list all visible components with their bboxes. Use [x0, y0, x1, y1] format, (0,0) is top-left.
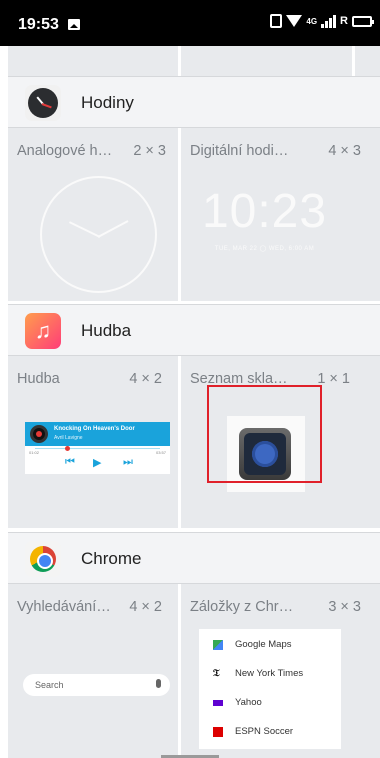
clock-app-icon	[25, 85, 61, 121]
widget-chrome-bookmarks[interactable]: Záložky z Chr… 3 × 3 Google Maps 𝔗 New Y…	[181, 584, 380, 758]
bookmark-label: Google Maps	[235, 639, 292, 650]
status-icons: 4G R	[270, 14, 374, 28]
wifi-icon	[286, 15, 303, 27]
app-header-chrome: Chrome	[8, 532, 380, 584]
status-bar: 19:53 4G R	[0, 0, 380, 46]
nyt-icon: 𝔗	[213, 668, 220, 679]
mic-icon	[156, 679, 161, 688]
image-icon	[68, 19, 80, 30]
widget-label: Záložky z Chr…	[190, 599, 294, 615]
widget-music-player[interactable]: Hudba 4 × 2 Knocking On Heaven's Door Av…	[8, 356, 178, 528]
bookmark-item: 𝔗 New York Times	[199, 660, 341, 688]
widget-size: 2 × 3	[133, 143, 166, 159]
next-icon: ⏭	[123, 456, 133, 468]
progress-bar	[35, 446, 160, 451]
espn-icon	[213, 727, 223, 737]
yahoo-icon	[213, 700, 223, 706]
search-widget-preview: Search	[23, 674, 170, 696]
widget-size: 4 × 3	[328, 143, 361, 159]
digital-clock-date: TUE, MAR 22 ◯ WED, 6:00 AM	[214, 246, 315, 252]
bookmark-item: ESPN Soccer	[199, 718, 341, 746]
album-disc-icon	[30, 425, 48, 443]
widget-size: 3 × 3	[328, 599, 361, 615]
app-header-music: ♫ Hudba	[8, 304, 380, 356]
song-artist: Avril Lavigne	[54, 435, 83, 441]
time-start: 01:02	[29, 450, 40, 455]
network-type: 4G	[306, 16, 318, 26]
widget-size: 1 × 1	[317, 371, 350, 387]
previous-widget-pane-right	[181, 46, 352, 76]
widget-label: Hudba	[17, 371, 60, 387]
app-name-music: Hudba	[81, 321, 132, 340]
widget-label: Vyhledávání…	[17, 599, 111, 615]
music-app-icon: ♫	[25, 313, 61, 349]
google-maps-icon	[213, 640, 223, 650]
widget-size: 4 × 2	[129, 599, 162, 615]
bookmark-item: Google Maps	[199, 631, 341, 659]
widget-size: 4 × 2	[129, 371, 162, 387]
play-icon: ▶	[93, 457, 102, 469]
previous-widget-pane-extra	[355, 46, 380, 76]
bookmark-item: Yahoo	[199, 689, 341, 717]
music-widget-preview: Knocking On Heaven's Door Avril Lavigne …	[25, 422, 170, 474]
widget-label: Digitální hodi…	[190, 143, 289, 159]
roaming-indicator: R	[340, 15, 348, 27]
app-name-chrome: Chrome	[81, 549, 142, 568]
widget-label: Analogové h…	[17, 143, 113, 159]
previous-widget-pane-left	[8, 46, 178, 76]
widget-chrome-search[interactable]: Vyhledávání… 4 × 2 Search	[8, 584, 178, 758]
digital-clock-time: 10:23	[201, 185, 328, 238]
status-time: 19:53	[18, 16, 59, 33]
app-header-clock: Hodiny	[8, 76, 380, 128]
previous-icon: ⏮	[65, 456, 75, 468]
vibrate-icon	[270, 14, 283, 28]
bookmark-label: New York Times	[235, 668, 304, 679]
bookmarks-widget-preview: Google Maps 𝔗 New York Times Yahoo ESPN …	[199, 629, 341, 749]
chrome-app-icon	[25, 541, 61, 577]
search-placeholder: Search	[35, 680, 64, 690]
signal-icon	[321, 14, 337, 28]
time-end: 03:57	[155, 450, 166, 455]
app-name-clock: Hodiny	[81, 93, 134, 112]
bookmark-label: ESPN Soccer	[235, 726, 294, 737]
widget-digital-clock[interactable]: Digitální hodi… 4 × 3 10:23 TUE, MAR 22 …	[181, 128, 380, 301]
song-title: Knocking On Heaven's Door	[54, 426, 135, 432]
highlight-box	[207, 385, 322, 483]
analog-clock-preview	[40, 176, 157, 293]
battery-icon	[352, 15, 374, 27]
bookmark-label: Yahoo	[235, 697, 262, 708]
widget-analog-clock[interactable]: Analogové h… 2 × 3	[8, 128, 178, 301]
